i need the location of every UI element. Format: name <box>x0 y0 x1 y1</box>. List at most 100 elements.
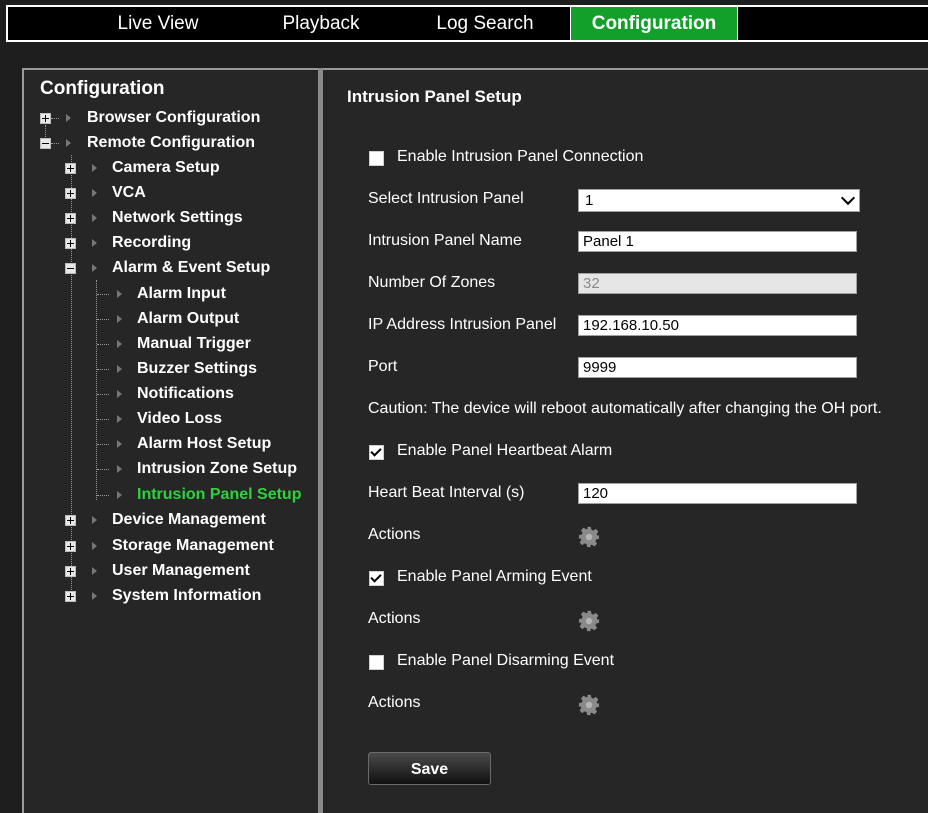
arrow-right-icon <box>92 542 97 550</box>
arrow-right-icon <box>117 315 122 323</box>
arrow-right-icon <box>92 264 97 272</box>
arrow-right-icon <box>117 340 122 348</box>
disarming-actions-label: Actions <box>368 694 421 711</box>
enable-connection-checkbox[interactable] <box>369 151 384 166</box>
tree-item-vca[interactable]: VCA <box>112 182 146 204</box>
tab-configuration[interactable]: Configuration <box>570 7 738 40</box>
tree-item-network-settings[interactable]: Network Settings <box>112 207 243 229</box>
caution-text: Caution: The device will reboot automati… <box>368 400 882 417</box>
expand-icon[interactable] <box>65 163 76 174</box>
heartbeat-interval-label: Heart Beat Interval (s) <box>368 484 525 501</box>
tree-item-alarm-event-setup[interactable]: Alarm & Event Setup <box>112 257 270 279</box>
tree-connector <box>97 444 109 446</box>
tree-connector <box>97 394 109 396</box>
tree-item-manual-trigger[interactable]: Manual Trigger <box>137 333 251 355</box>
arrow-right-icon <box>117 290 122 298</box>
arrow-right-icon <box>117 390 122 398</box>
disarming-event-checkbox[interactable] <box>369 655 384 670</box>
tree-item-alarm-output[interactable]: Alarm Output <box>137 308 239 330</box>
ip-address-input[interactable]: 192.168.10.50 <box>578 315 857 336</box>
arrow-right-icon <box>92 189 97 197</box>
tree-item-video-loss[interactable]: Video Loss <box>137 408 222 430</box>
arming-event-checkbox[interactable] <box>369 571 384 586</box>
gear-icon[interactable] <box>578 610 600 632</box>
tree-item-recording[interactable]: Recording <box>112 232 191 254</box>
arrow-right-icon <box>92 164 97 172</box>
heartbeat-interval-input[interactable]: 120 <box>578 483 857 504</box>
expand-icon[interactable] <box>65 238 76 249</box>
expand-icon[interactable] <box>65 515 76 526</box>
tree-item-buzzer-settings[interactable]: Buzzer Settings <box>137 358 257 380</box>
tree-connector <box>51 143 59 145</box>
tree-item-camera-setup[interactable]: Camera Setup <box>112 157 220 179</box>
select-panel-value: 1 <box>585 192 594 209</box>
arming-event-label: Enable Panel Arming Event <box>397 568 592 585</box>
save-button[interactable]: Save <box>368 752 491 785</box>
tree-connector <box>97 469 109 471</box>
port-input[interactable]: 9999 <box>578 357 857 378</box>
tab-log-search[interactable]: Log Search <box>404 7 566 40</box>
tree-item-notifications[interactable]: Notifications <box>137 383 234 405</box>
expand-icon[interactable] <box>65 566 76 577</box>
heartbeat-alarm-checkbox[interactable] <box>369 445 384 460</box>
tree-item-system-information[interactable]: System Information <box>112 585 261 607</box>
tree-item-user-management[interactable]: User Management <box>112 560 250 582</box>
tree-item-browser-configuration[interactable]: Browser Configuration <box>87 107 260 129</box>
app-frame: Live View Playback Log Search Configurat… <box>0 0 928 813</box>
tree-connector <box>97 369 109 371</box>
tree-connector <box>97 344 109 346</box>
expand-icon[interactable] <box>65 188 76 199</box>
ip-address-label: IP Address Intrusion Panel <box>368 316 557 333</box>
tree-connector <box>96 280 98 500</box>
collapse-icon[interactable] <box>40 138 51 149</box>
tree-item-intrusion-panel-setup[interactable]: Intrusion Panel Setup <box>137 484 301 506</box>
heartbeat-actions-label: Actions <box>368 526 421 543</box>
arrow-right-icon <box>117 491 122 499</box>
tab-playback[interactable]: Playback <box>240 7 402 40</box>
gear-icon[interactable] <box>578 526 600 548</box>
panel-name-label: Intrusion Panel Name <box>368 232 522 249</box>
arrow-right-icon <box>92 239 97 247</box>
select-panel-dropdown[interactable]: 1 <box>578 189 860 212</box>
arrow-right-icon <box>66 114 71 122</box>
panel-name-input[interactable]: Panel 1 <box>578 231 857 252</box>
tree-item-remote-configuration[interactable]: Remote Configuration <box>87 132 255 154</box>
expand-icon[interactable] <box>40 113 51 124</box>
tree-connector <box>97 495 109 497</box>
tree-item-device-management[interactable]: Device Management <box>112 509 266 531</box>
select-panel-label: Select Intrusion Panel <box>368 190 524 207</box>
expand-icon[interactable] <box>65 541 76 552</box>
page-title: Intrusion Panel Setup <box>347 87 522 106</box>
arrow-right-icon <box>66 139 71 147</box>
arrow-right-icon <box>92 592 97 600</box>
gear-icon[interactable] <box>578 694 600 716</box>
tree-connector <box>51 118 59 120</box>
port-label: Port <box>368 358 398 375</box>
tree-item-storage-management[interactable]: Storage Management <box>112 535 274 557</box>
tree-item-alarm-host-setup[interactable]: Alarm Host Setup <box>137 433 271 455</box>
arrow-right-icon <box>92 567 97 575</box>
tree-connector <box>97 294 109 296</box>
chevron-down-icon <box>840 190 856 206</box>
zones-label: Number Of Zones <box>368 274 496 291</box>
arrow-right-icon <box>117 440 122 448</box>
tab-live-view[interactable]: Live View <box>78 7 238 40</box>
arming-actions-label: Actions <box>368 610 421 627</box>
enable-connection-label: Enable Intrusion Panel Connection <box>397 148 644 165</box>
expand-icon[interactable] <box>65 591 76 602</box>
zones-field: 32 <box>578 273 857 294</box>
arrow-right-icon <box>92 516 97 524</box>
arrow-right-icon <box>92 214 97 222</box>
arrow-right-icon <box>117 465 122 473</box>
tree-item-alarm-input[interactable]: Alarm Input <box>137 283 226 305</box>
arrow-right-icon <box>117 365 122 373</box>
expand-icon[interactable] <box>65 213 76 224</box>
arrow-right-icon <box>117 415 122 423</box>
heartbeat-alarm-label: Enable Panel Heartbeat Alarm <box>397 442 613 459</box>
top-navigation: Live View Playback Log Search Configurat… <box>6 5 928 42</box>
collapse-icon[interactable] <box>65 263 76 274</box>
tree-item-intrusion-zone-setup[interactable]: Intrusion Zone Setup <box>137 458 297 480</box>
disarming-event-label: Enable Panel Disarming Event <box>397 652 615 669</box>
tree-connector <box>97 319 109 321</box>
tree-title: Configuration <box>40 78 165 99</box>
